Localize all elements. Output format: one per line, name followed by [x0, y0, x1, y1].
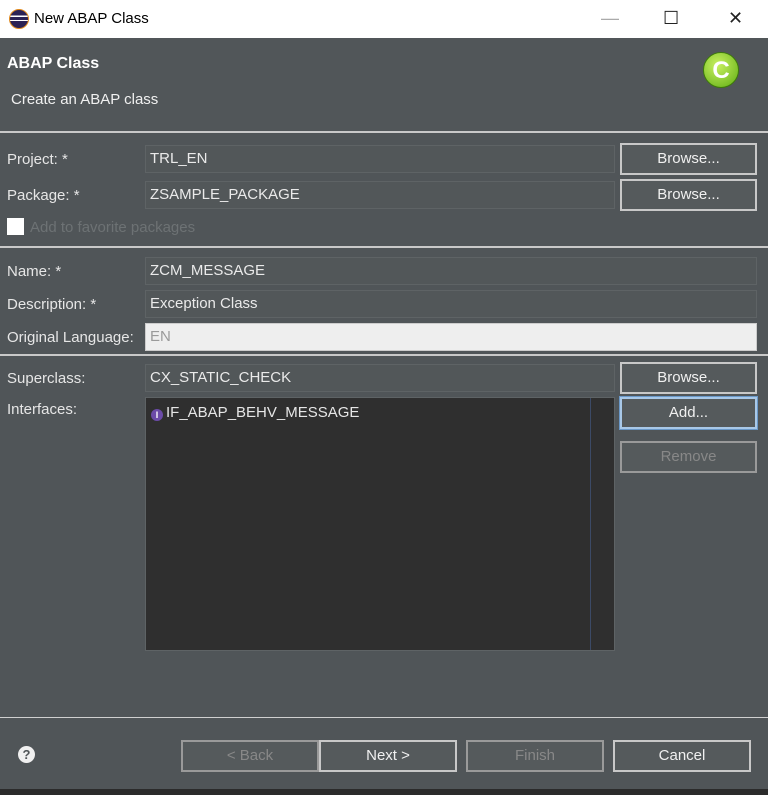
add-interface-button[interactable]: Add... [619, 396, 758, 430]
original-language-label: Original Language: [7, 329, 134, 346]
divider [0, 354, 768, 356]
project-field[interactable]: TRL_EN [145, 145, 615, 173]
close-button[interactable]: ✕ [728, 8, 743, 29]
page-title: ABAP Class [7, 55, 100, 72]
interface-icon: I [151, 409, 163, 421]
package-label: Package: * [7, 187, 80, 204]
divider [0, 717, 768, 718]
list-item[interactable]: I IF_ABAP_BEHV_MESSAGE [146, 402, 586, 424]
favorite-label: Add to favorite packages [30, 219, 196, 236]
abap-class-icon: C [703, 52, 739, 88]
description-field[interactable]: Exception Class [145, 290, 757, 318]
package-browse-button[interactable]: Browse... [620, 179, 757, 211]
next-button[interactable]: Next > [319, 740, 457, 772]
bottom-edge [0, 789, 768, 795]
divider [0, 131, 768, 133]
finish-button[interactable]: Finish [466, 740, 604, 772]
superclass-label: Superclass: [7, 370, 86, 387]
description-label: Description: * [7, 296, 97, 313]
help-icon[interactable]: ? [18, 746, 35, 763]
superclass-field[interactable]: CX_STATIC_CHECK [145, 364, 615, 392]
divider [0, 246, 768, 248]
cancel-button[interactable]: Cancel [613, 740, 751, 772]
name-field[interactable]: ZCM_MESSAGE [145, 257, 757, 285]
back-button[interactable]: < Back [181, 740, 319, 772]
project-browse-button[interactable]: Browse... [620, 143, 757, 175]
window-title: New ABAP Class [34, 10, 149, 27]
interfaces-label: Interfaces: [7, 401, 78, 418]
name-label: Name: * [7, 263, 62, 280]
page-subtitle: Create an ABAP class [11, 91, 159, 108]
superclass-browse-button[interactable]: Browse... [620, 362, 757, 394]
minimize-button[interactable]: — [601, 8, 619, 29]
favorite-checkbox[interactable] [7, 218, 24, 235]
interfaces-list[interactable]: I IF_ABAP_BEHV_MESSAGE [145, 397, 615, 651]
eclipse-logo-icon [9, 9, 29, 29]
wizard-header: ABAP Class Create an ABAP class [0, 38, 768, 132]
list-divider [590, 398, 591, 650]
title-bar: New ABAP Class — ☐ ✕ [0, 0, 768, 38]
maximize-button[interactable]: ☐ [663, 8, 679, 29]
interface-name: IF_ABAP_BEHV_MESSAGE [166, 404, 360, 421]
package-field[interactable]: ZSAMPLE_PACKAGE [145, 181, 615, 209]
original-language-field: EN [145, 323, 757, 351]
project-label: Project: * [7, 151, 68, 168]
remove-interface-button[interactable]: Remove [620, 441, 757, 473]
